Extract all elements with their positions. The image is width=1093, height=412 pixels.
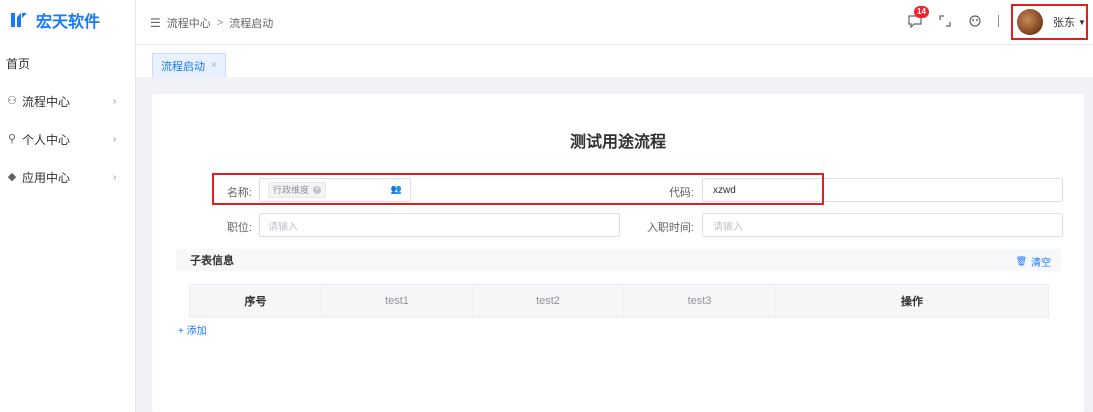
- breadcrumb: ☰ 流程中心 > 流程启动: [150, 15, 273, 31]
- user-icon: ⚲: [7, 133, 17, 145]
- apps-icon: ◆: [7, 171, 17, 183]
- chevron-right-icon: ›: [113, 171, 117, 183]
- breadcrumb-separator: >: [216, 17, 224, 29]
- header-actions: 14: [906, 6, 1013, 30]
- caret-down-icon: ▼: [1078, 17, 1086, 27]
- position-placeholder: 请输入: [268, 221, 298, 233]
- sidebar-item-label: 个人中心: [22, 132, 71, 147]
- subtable: 序号 test1 test2 test3 操作: [189, 284, 1049, 318]
- sidebar: 宏天软件 首页 ⚇ 流程中心 › ⚲ 个人中心 › ◆ 应用中心 ›: [0, 0, 136, 412]
- brand-logo-icon: [8, 9, 30, 31]
- avatar[interactable]: [1017, 9, 1043, 35]
- sidebar-item-label: 首页: [6, 56, 31, 71]
- highlight-box: [212, 173, 824, 205]
- theme-icon[interactable]: [966, 12, 984, 30]
- brand[interactable]: 宏天软件: [0, 0, 135, 40]
- user-name: 张东: [1053, 17, 1075, 29]
- sidebar-item-flow-center[interactable]: ⚇ 流程中心 ›: [0, 82, 135, 120]
- form-card: 测试用途流程 名称: 行政维度 × 👥 代码: xzwd 职位: 请输入 入职时…: [152, 94, 1084, 412]
- divider: [998, 15, 999, 27]
- trash-icon: 🗑: [1015, 256, 1027, 266]
- position-label: 职位:: [226, 222, 252, 234]
- tab-bar: 流程启动 ×: [136, 45, 1093, 77]
- notification-badge: 14: [914, 6, 929, 18]
- chevron-right-icon: ›: [113, 133, 117, 145]
- message-icon[interactable]: 14: [906, 6, 929, 30]
- column-header: test3: [624, 285, 776, 317]
- flow-icon: ⚇: [7, 95, 17, 107]
- clear-button[interactable]: 🗑 清空: [1016, 254, 1051, 269]
- column-header: 序号: [190, 285, 322, 317]
- fullscreen-icon[interactable]: [936, 12, 954, 30]
- hire-date-label: 入职时间:: [646, 222, 694, 234]
- user-menu[interactable]: 张东 ▼: [1011, 4, 1088, 40]
- breadcrumb-item[interactable]: 流程中心: [167, 15, 211, 31]
- tab-label: 流程启动: [161, 60, 205, 73]
- column-header: test2: [473, 285, 624, 317]
- close-icon[interactable]: ×: [211, 60, 217, 71]
- tab-flow-start[interactable]: 流程启动 ×: [152, 53, 226, 77]
- column-header: test1: [322, 285, 473, 317]
- subtable-header: 子表信息 🗑 清空: [176, 249, 1061, 271]
- sidebar-item-label: 流程中心: [22, 94, 71, 109]
- menu-fold-icon[interactable]: ☰: [150, 16, 161, 30]
- add-row-button[interactable]: + 添加: [178, 322, 207, 337]
- breadcrumb-item: 流程启动: [229, 18, 274, 30]
- chevron-right-icon: ›: [113, 95, 117, 107]
- hire-date-field[interactable]: 请输入: [702, 213, 1063, 237]
- top-bar: ☰ 流程中心 > 流程启动 14 张东 ▼: [136, 0, 1093, 45]
- position-field[interactable]: 请输入: [259, 213, 620, 237]
- brand-name: 宏天软件: [36, 14, 101, 31]
- sidebar-item-home[interactable]: 首页: [0, 44, 135, 82]
- sidebar-item-personal-center[interactable]: ⚲ 个人中心 ›: [0, 120, 135, 158]
- form-title: 测试用途流程: [569, 134, 666, 151]
- subtable-title: 子表信息: [190, 255, 234, 267]
- clear-label: 清空: [1031, 258, 1051, 269]
- column-header: 操作: [901, 296, 923, 308]
- hire-date-placeholder: 请输入: [713, 221, 743, 233]
- sidebar-item-label: 应用中心: [22, 170, 71, 185]
- sidebar-item-app-center[interactable]: ◆ 应用中心 ›: [0, 158, 135, 196]
